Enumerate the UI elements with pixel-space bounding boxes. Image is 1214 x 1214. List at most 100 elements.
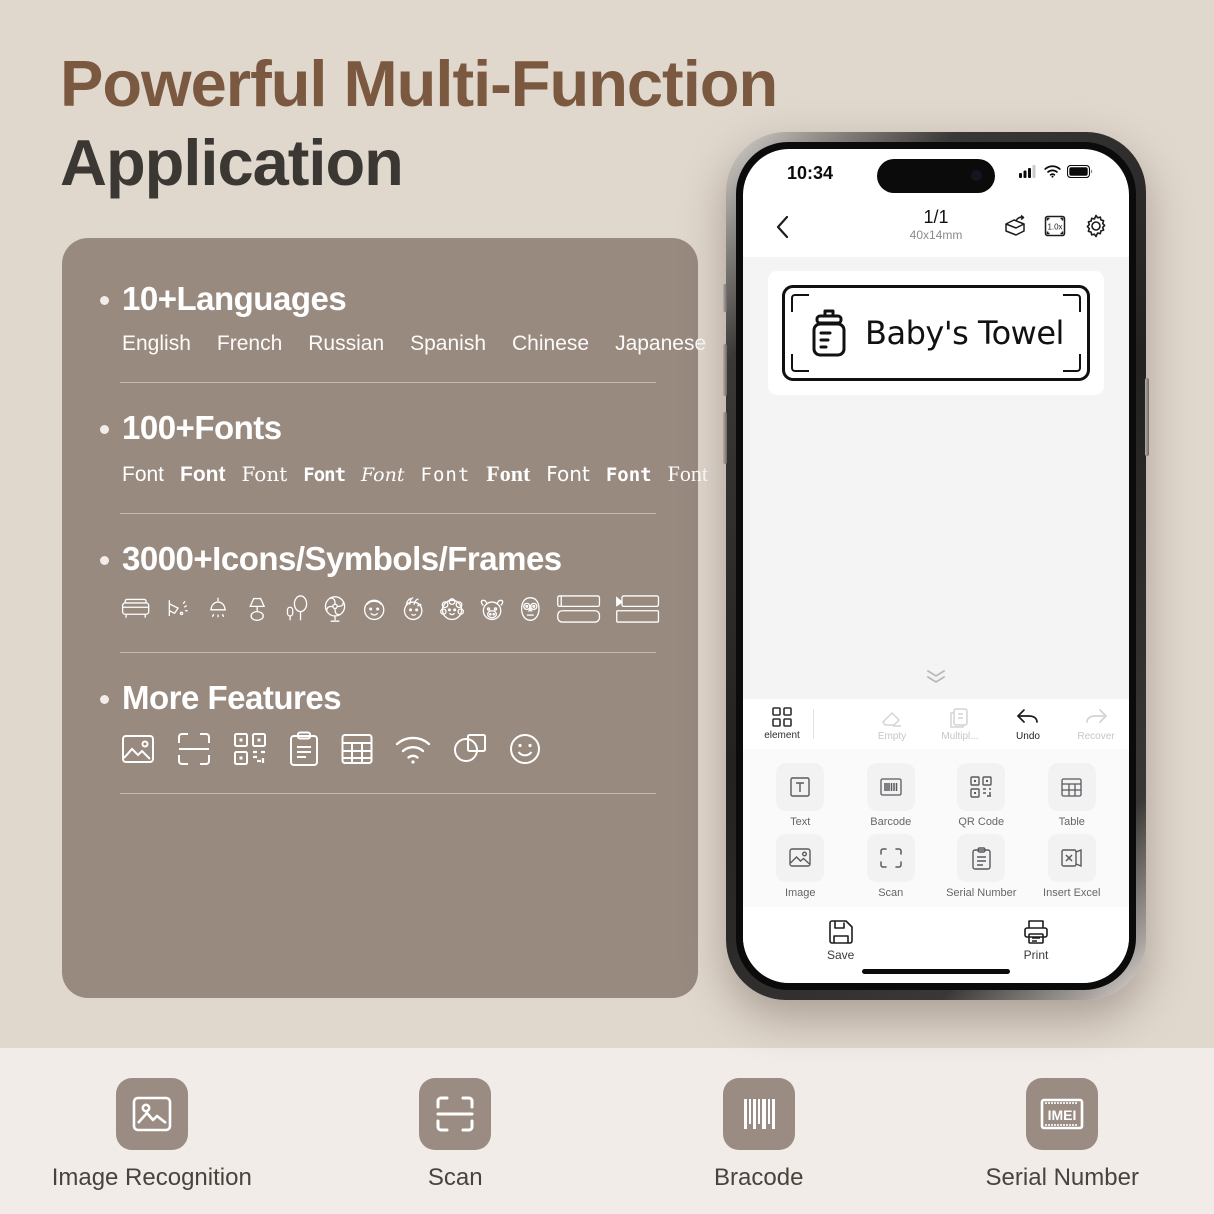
element-tile	[776, 834, 825, 882]
feature-languages-title: 10+Languages	[100, 280, 660, 318]
page-indicator: 1/1 40x14mm	[910, 207, 963, 242]
text-t-icon	[790, 777, 810, 797]
font-sample: Font	[361, 464, 405, 486]
element-tile	[866, 834, 915, 882]
element-insert-excel[interactable]: Insert Excel	[1027, 834, 1118, 899]
label-canvas[interactable]: Baby's Towel	[743, 257, 1129, 699]
nav-actions: 1.0x	[1003, 213, 1109, 239]
element-qrcode[interactable]: QR Code	[936, 763, 1027, 828]
bullet-icon	[100, 556, 109, 565]
label-preview[interactable]: Baby's Towel	[768, 271, 1104, 395]
font-sample: Font	[241, 462, 288, 486]
rotate-icon[interactable]	[1003, 214, 1027, 238]
divider	[120, 793, 656, 794]
element-table[interactable]: Table	[1027, 763, 1118, 828]
excel-icon	[1061, 848, 1082, 868]
save-button[interactable]: Save	[827, 919, 854, 962]
element-label: Barcode	[870, 816, 912, 828]
sheep-icon	[439, 598, 464, 621]
bullet-icon	[100, 425, 109, 434]
strip-label: Bracode	[714, 1164, 804, 1191]
font-sample: Font	[546, 462, 590, 486]
status-indicators	[1019, 164, 1093, 178]
front-camera	[971, 170, 982, 181]
svg-text:IMEI: IMEI	[1048, 1107, 1077, 1123]
element-tab-label: element	[764, 730, 800, 741]
label-frame: Baby's Towel	[782, 285, 1090, 381]
zoom-1x-icon[interactable]: 1.0x	[1043, 214, 1067, 238]
undo-button[interactable]: Undo	[1001, 707, 1055, 742]
print-button[interactable]: Print	[1023, 919, 1049, 962]
element-barcode[interactable]: Barcode	[846, 763, 937, 828]
strip-tile	[419, 1078, 492, 1150]
table-icon	[341, 734, 373, 764]
element-panel: Text Barcode QR Code Table Image Scan Se…	[743, 749, 1129, 927]
scan-icon	[178, 733, 210, 765]
baby-bottle-icon	[812, 309, 846, 357]
silent-switch[interactable]	[723, 284, 727, 312]
font-sample: Font	[667, 461, 708, 486]
icon-gallery	[100, 592, 660, 626]
element-scan[interactable]: Scan	[846, 834, 937, 899]
font-sample: Font	[605, 464, 652, 486]
feature-fonts-label: 100+Fonts	[122, 409, 282, 446]
recover-button[interactable]: Recover	[1069, 707, 1123, 742]
divider	[120, 382, 656, 383]
element-image[interactable]: Image	[755, 834, 846, 899]
back-chevron-icon	[776, 215, 789, 239]
label-size: 40x14mm	[909, 227, 963, 242]
font-sample-list: Font Font Font Font Font Font Font Font …	[100, 461, 708, 487]
language-item: Spanish	[410, 332, 487, 355]
divider	[120, 513, 656, 514]
volume-up-button[interactable]	[723, 344, 727, 396]
wall-lamp-icon	[168, 600, 188, 616]
barcode-icon	[880, 778, 902, 796]
strip-label: Scan	[427, 1164, 483, 1191]
empty-button[interactable]: Empty	[865, 707, 919, 742]
font-sample: Font	[180, 463, 226, 486]
redo-icon	[1086, 708, 1107, 723]
cellular-icon	[1019, 165, 1036, 178]
eraser-icon	[882, 711, 901, 727]
owl-icon	[521, 597, 540, 621]
language-item: English	[122, 332, 191, 355]
phone-screen: 10:34 1/1 40x14mm 1.0x Baby's Towel elem…	[743, 149, 1129, 983]
feature-strip: Image Recognition Scan Bracode IMEI Seri…	[0, 1060, 1214, 1214]
home-indicator[interactable]	[862, 969, 1010, 974]
strip-item-image-recognition[interactable]: Image Recognition	[0, 1060, 304, 1214]
floor-lamp-icon	[286, 595, 308, 621]
feature-more-label: More Features	[122, 679, 342, 716]
clipboard-icon	[290, 731, 318, 766]
language-item: French	[216, 332, 283, 355]
volume-down-button[interactable]	[723, 412, 727, 464]
scan-icon	[436, 1096, 474, 1132]
strip-tile	[115, 1078, 188, 1150]
font-sample: Font	[420, 464, 471, 486]
element-serial-number[interactable]: Serial Number	[936, 834, 1027, 899]
multiple-button[interactable]: Multipl...	[933, 707, 987, 742]
scan-icon	[880, 848, 902, 868]
feature-more: More Features	[100, 679, 660, 767]
collapse-panel-button[interactable]	[925, 668, 947, 689]
feature-icons-label: 3000+Icons/Symbols/Frames	[122, 540, 562, 577]
back-button[interactable]	[775, 214, 791, 245]
grid-icon	[772, 707, 792, 727]
settings-gear-icon[interactable]	[1083, 213, 1109, 239]
element-label: Insert Excel	[1043, 887, 1101, 899]
language-item: Russian	[308, 332, 385, 355]
editor-nav-bar: 1/1 40x14mm 1.0x	[743, 201, 1129, 257]
girl-face-icon	[403, 597, 423, 621]
sofa-icon	[121, 598, 150, 618]
strip-item-serial-number[interactable]: IMEI Serial Number	[911, 1060, 1214, 1214]
element-tab[interactable]: element	[743, 707, 809, 741]
power-button[interactable]	[1145, 378, 1149, 456]
strip-item-scan[interactable]: Scan	[304, 1060, 608, 1214]
corner-mark-icon	[791, 294, 809, 312]
element-text[interactable]: Text	[755, 763, 846, 828]
more-feature-icons	[100, 731, 660, 767]
multiple-icon	[950, 707, 968, 728]
strip-item-barcode[interactable]: Bracode	[607, 1060, 911, 1214]
strip-label: Image Recognition	[51, 1164, 252, 1191]
feature-languages-label: 10+Languages	[122, 280, 347, 317]
feature-icons: 3000+Icons/Symbols/Frames	[100, 540, 660, 626]
